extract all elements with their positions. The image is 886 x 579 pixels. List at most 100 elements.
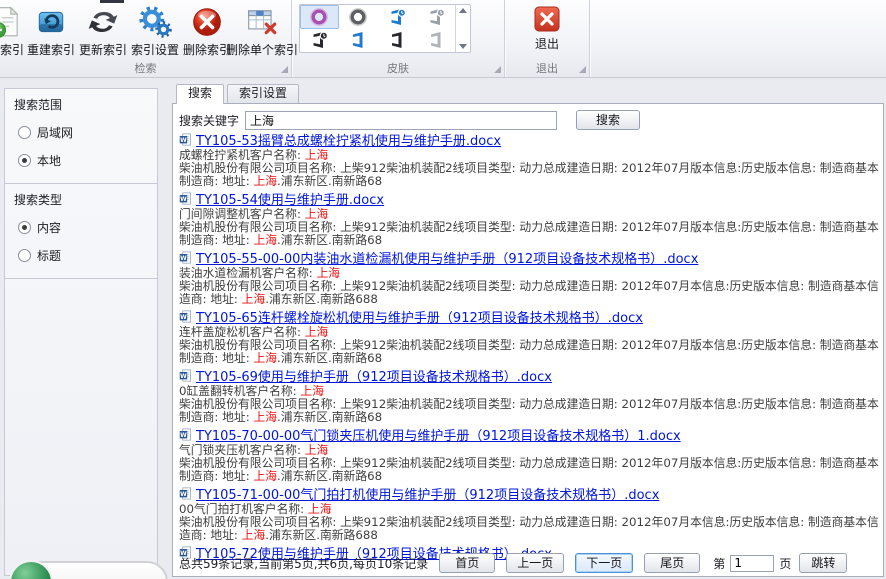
result-link[interactable]: TY105-54使用与维护手册.docx [196,189,384,208]
next-page-button[interactable]: 下一页 [575,553,633,573]
skin-thumbnail-8[interactable] [416,29,455,53]
gears-icon [138,5,172,39]
scroll-down-icon[interactable] [459,44,467,49]
update-index-button[interactable]: 更新索引 [77,3,129,58]
pagination-bar: 总共59条记录,当前第5页,共6页,每页10条记录 首页 上一页 下一页 尾页 … [179,553,879,573]
result-snippet-line: 柴油机股份有限公司项目名称: 上柴912柴油机装配2线项目类型: 动力总成建造日… [179,280,879,293]
button-label: 索引设置 [131,41,179,58]
radio-option-local[interactable]: 本地 [18,152,148,169]
svg-text:W: W [180,195,187,202]
gallery-scrollbar [455,5,470,52]
radio-checked-icon [18,154,31,167]
dialog-launcher-icon[interactable] [579,66,586,73]
rebuild-index-icon [34,5,68,39]
dialog-launcher-icon[interactable] [281,66,288,73]
result-snippet-line: 柴油机股份有限公司项目名称: 上柴912柴油机装配2线项目类型: 动力总成建造日… [179,339,879,352]
result-item: W TY105-53摇臂总成螺栓拧紧机使用与维护手册.docx成螺栓拧紧机客户名称… [179,131,879,188]
skin-thumbnail-1[interactable] [300,5,339,29]
result-link[interactable]: TY105-70-00-00气门锁夹压机使用与维护手册（912项目设备技术规格书… [196,425,681,444]
result-link[interactable]: TY105-55-00-00内装油水道检漏机使用与维护手册（912项目设备技术规… [196,248,698,267]
prev-page-button[interactable]: 上一页 [506,553,564,573]
tab-search[interactable]: 搜索 [176,84,224,104]
first-page-button[interactable]: 首页 [439,553,495,573]
rebuild-index-button[interactable]: 重建索引 [25,3,77,58]
radio-option-lan[interactable]: 局域网 [18,124,148,141]
highlight-keyword: 上海 [308,503,332,516]
radio-icon [18,249,31,262]
radio-label: 标题 [37,247,61,264]
word-file-icon: W [179,251,192,264]
ribbon-group-search: 建索引 重建索引 [0,0,292,77]
index-settings-button[interactable]: 索引设置 [129,3,181,58]
highlight-keyword: 上海 [305,444,329,457]
highlight-keyword: 上海 [253,352,277,365]
delete-icon [190,5,224,39]
result-snippet-line: 制造商: 地址: 上海.浦东新区.南新路68 [179,352,879,365]
result-snippet-line: 00气门拍打机客户名称: 上海 [179,503,879,516]
section-title: 搜索范围 [14,96,148,113]
tab-index-settings[interactable]: 索引设置 [227,84,299,103]
button-label: 更新索引 [79,41,127,58]
group-label-skin: 皮肤 [292,61,504,76]
result-snippet-line: 柴油机股份有限公司项目名称: 上柴912柴油机装配2线项目类型: 动力总成建造日… [179,516,879,529]
skin-thumbnail-5[interactable] [300,29,339,53]
jump-button[interactable]: 跳转 [799,553,847,573]
result-item: WTY105-71-00-00气门拍打机使用与维护手册（912项目设备技术规格书… [179,485,879,542]
highlight-keyword: 上海 [300,385,324,398]
snippet-text: .浦东新区.南新路68 [277,470,382,483]
result-link[interactable]: TY105-71-00-00气门拍打机使用与维护手册（912项目设备技术规格书）… [196,484,659,503]
scroll-up-icon[interactable] [459,8,467,13]
skin-thumbnail-6[interactable] [339,29,378,53]
radio-label: 本地 [37,152,61,169]
snippet-text: 造商: 地址: [179,529,242,542]
word-file-icon: W [179,192,192,205]
group-label-search: 检索 [0,61,291,76]
result-item: WTY105-54使用与维护手册.docx门间隙调整机客户名称: 上海柴油机股份… [179,190,879,247]
snippet-text: 柴油机股份有限公司项目名称: 上柴912柴油机装配2线项目类型: 动力总成建造日… [179,280,879,293]
radio-icon [18,126,31,139]
snippet-text: 成螺栓拧紧机客户名称: [179,149,305,162]
ribbon-toolbar: 建索引 重建索引 [0,0,886,78]
search-input[interactable] [245,111,557,130]
result-title-row: W TY105-54使用与维护手册.docx [179,190,879,206]
last-page-button[interactable]: 尾页 [644,553,700,573]
result-snippet-line: 制造商: 地址: 上海.浦东新区.南新路68 [179,411,879,424]
exit-icon [534,6,560,32]
skin-thumbnail-2[interactable] [339,5,378,29]
group-label-exit: 退出 [505,61,589,76]
radio-option-title[interactable]: 标题 [18,247,148,264]
exit-button[interactable]: 退出 [520,6,574,52]
ribbon-empty-area [590,0,886,77]
radio-label: 内容 [37,219,61,236]
result-link[interactable]: TY105-53摇臂总成螺栓拧紧机使用与维护手册.docx [196,130,501,149]
snippet-text: 气门锁夹压机客户名称: [179,444,305,457]
snippet-text: 柴油机股份有限公司项目名称: 上柴912柴油机装配2线项目类型: 动力总成建造日… [179,221,879,234]
highlight-keyword: 上海 [305,149,329,162]
search-button[interactable]: 搜索 [576,110,640,130]
skin-thumbnail-3[interactable] [378,5,417,29]
create-index-button[interactable]: 建索引 [0,3,25,58]
floating-widget[interactable] [10,561,168,579]
button-label: 建索引 [0,41,24,58]
skin-thumbnail-4[interactable] [416,5,455,29]
result-title-row: WTY105-71-00-00气门拍打机使用与维护手册（912项目设备技术规格书… [179,485,879,501]
snippet-text: 造商: 地址: [179,293,242,306]
delete-single-index-button[interactable]: 删除单个索引 [233,3,291,58]
radio-option-content[interactable]: 内容 [18,219,148,236]
page-number-input[interactable] [730,555,774,572]
svg-text:W: W [180,136,187,143]
word-file-icon: W [179,133,192,146]
snippet-text: 制造商: 地址: [179,352,253,365]
result-item: WTY105-69使用与维护手册（912项目设备技术规格书）.docx0缸盖翻转… [179,367,879,424]
snippet-text: 制造商: 地址: [179,411,253,424]
result-snippet-line: 制造商: 地址: 上海.浦东新区.南新路68 [179,234,879,247]
highlight-keyword: 上海 [305,326,329,339]
search-scope-section: 搜索范围 局域网 本地 [5,89,157,184]
skin-thumbnail-7[interactable] [378,29,417,53]
result-title-row: W TY105-53摇臂总成螺栓拧紧机使用与维护手册.docx [179,131,879,147]
result-link[interactable]: TY105-65连杆螺栓旋松机使用与维护手册（912项目设备技术规格书）.doc… [196,307,643,326]
result-title-row: W TY105-55-00-00内装油水道检漏机使用与维护手册（912项目设备技术… [179,249,879,265]
dialog-launcher-icon[interactable] [494,66,501,73]
search-options-panel: 搜索范围 局域网 本地 搜索类型 内容 标题 [4,88,158,576]
result-link[interactable]: TY105-69使用与维护手册（912项目设备技术规格书）.docx [196,366,552,385]
